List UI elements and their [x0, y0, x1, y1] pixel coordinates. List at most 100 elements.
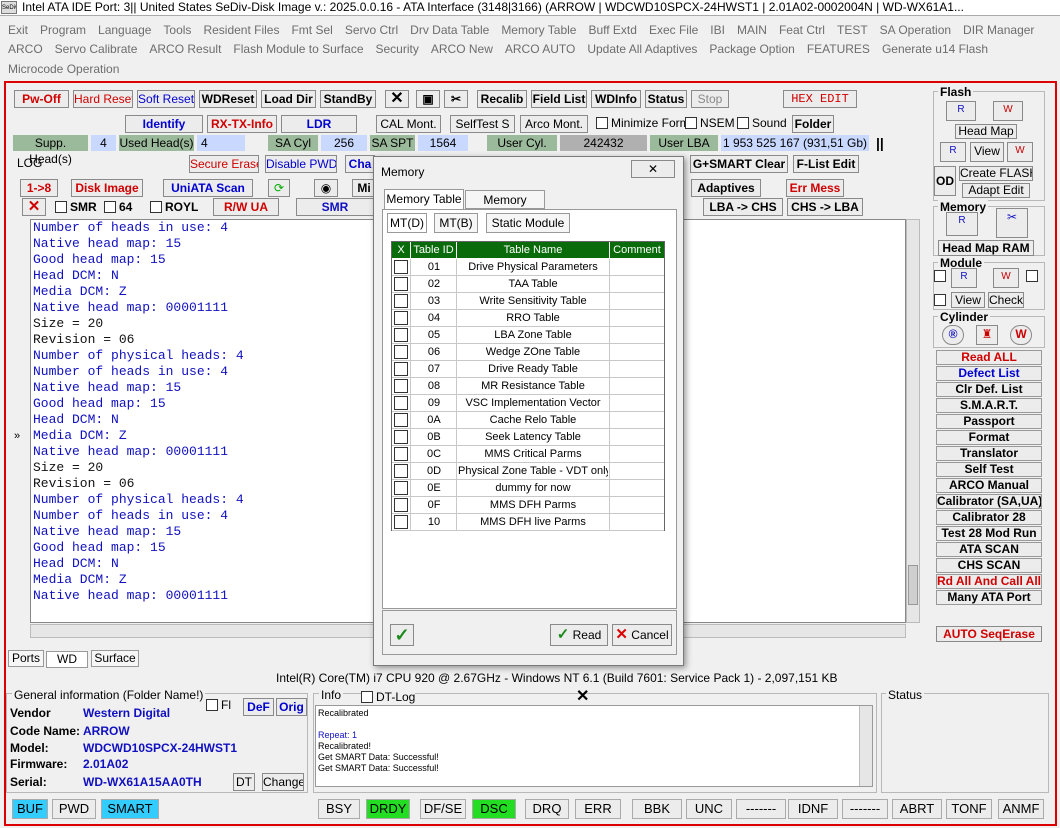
- module-write-icon[interactable]: W: [993, 268, 1019, 288]
- cha-button[interactable]: Cha: [345, 155, 375, 173]
- menu-item[interactable]: SA Operation: [880, 23, 951, 37]
- table-row[interactable]: 0E dummy for now: [392, 480, 664, 497]
- right-button[interactable]: Calibrator 28: [936, 510, 1042, 525]
- menu-item[interactable]: Servo Ctrl: [345, 23, 398, 37]
- field-list-button[interactable]: Field List: [531, 90, 587, 108]
- status-button[interactable]: Status: [645, 90, 687, 108]
- row-checkbox[interactable]: [394, 260, 408, 274]
- gsmart-clear-button[interactable]: G+SMART Clear: [690, 155, 788, 173]
- cylinder-read-icon[interactable]: ®: [942, 325, 964, 345]
- menu-item[interactable]: ARCO AUTO: [505, 42, 575, 56]
- disk-image-button[interactable]: Disk Image: [71, 179, 143, 197]
- save-icon[interactable]: ▣: [416, 90, 440, 108]
- menu-item[interactable]: Program: [40, 23, 86, 37]
- folder-button[interactable]: Folder: [792, 115, 834, 133]
- rw-ua-button[interactable]: R/W UA: [213, 198, 279, 216]
- pause-icon[interactable]: ||: [876, 135, 884, 151]
- table-row[interactable]: 04 RRO Table: [392, 310, 664, 327]
- menu-item[interactable]: FEATURES: [807, 42, 870, 56]
- smr-checkbox[interactable]: SMR: [55, 200, 97, 214]
- table-row[interactable]: 0B Seek Latency Table: [392, 429, 664, 446]
- orig-button[interactable]: Orig: [276, 698, 307, 716]
- one-to-eight-button[interactable]: 1->8: [20, 179, 58, 197]
- menu-item[interactable]: Microcode Operation: [8, 62, 119, 76]
- hard-reset-button[interactable]: Hard Reset: [73, 90, 133, 108]
- table-row[interactable]: 10 MMS DFH live Parms: [392, 514, 664, 531]
- row-checkbox[interactable]: [394, 498, 408, 512]
- royl-checkbox[interactable]: ROYL: [150, 200, 198, 214]
- head-map-button[interactable]: Head Map: [955, 124, 1017, 139]
- nsem-checkbox[interactable]: NSEM: [685, 116, 735, 130]
- tab-static-module[interactable]: Static Module: [486, 213, 570, 233]
- tab-memory-range[interactable]: Memory Range: [465, 190, 545, 225]
- wdinfo-button[interactable]: WDInfo: [591, 90, 641, 108]
- od-button[interactable]: OD: [934, 166, 956, 196]
- rx-tx-info-button[interactable]: RX-TX-Info: [207, 115, 277, 133]
- tab-wd[interactable]: WD: [46, 651, 88, 668]
- selftest-button[interactable]: SelfTest S: [450, 115, 515, 133]
- lba-chs-button[interactable]: LBA -> CHS: [703, 198, 783, 216]
- menu-item[interactable]: Language: [98, 23, 151, 37]
- smr-button[interactable]: SMR: [296, 198, 374, 216]
- load-dir-button[interactable]: Load Dir: [261, 90, 316, 108]
- tab-surface[interactable]: Surface: [91, 650, 139, 667]
- row-checkbox[interactable]: [394, 413, 408, 427]
- wdreset-button[interactable]: WDReset: [199, 90, 257, 108]
- read-button[interactable]: ✓ Read: [550, 624, 608, 646]
- menu-item[interactable]: Fmt Sel: [291, 23, 332, 37]
- log-scrollbar[interactable]: [906, 219, 920, 623]
- module-check-button[interactable]: Check: [988, 292, 1024, 308]
- identify-button[interactable]: Identify: [125, 115, 203, 133]
- menu-item[interactable]: Exit: [8, 23, 28, 37]
- flash-write-icon[interactable]: W: [993, 101, 1023, 121]
- uniata-scan-button[interactable]: UniATA Scan: [163, 179, 253, 197]
- def-button[interactable]: DeF: [243, 698, 274, 716]
- module-checkbox-1[interactable]: [934, 270, 946, 282]
- info-scrollbar[interactable]: [859, 706, 872, 786]
- arco-mont-button[interactable]: Arco Mont.: [520, 115, 588, 133]
- right-button[interactable]: Many ATA Port: [936, 590, 1042, 605]
- menu-item[interactable]: Drv Data Table: [410, 23, 489, 37]
- table-row[interactable]: 08 MR Resistance Table: [392, 378, 664, 395]
- id-read-icon[interactable]: R: [940, 142, 966, 162]
- right-button[interactable]: Self Test: [936, 462, 1042, 477]
- tab-mtb[interactable]: MT(B): [434, 213, 478, 233]
- right-button[interactable]: Translator: [936, 446, 1042, 461]
- err-mess-button[interactable]: Err Mess: [786, 179, 844, 197]
- close-x-icon[interactable]: ✕: [385, 90, 409, 108]
- cylinder-write-icon[interactable]: W: [1010, 325, 1032, 345]
- menu-item[interactable]: Flash Module to Surface: [233, 42, 363, 56]
- menu-item[interactable]: Memory Table: [501, 23, 576, 37]
- menu-item[interactable]: DIR Manager: [963, 23, 1034, 37]
- menu-item[interactable]: Exec File: [649, 23, 698, 37]
- memory-tools-icon[interactable]: ✂: [996, 208, 1028, 238]
- camera-icon[interactable]: ◉: [314, 179, 338, 197]
- adaptives-button[interactable]: Adaptives: [691, 179, 761, 197]
- right-button[interactable]: S.M.A.R.T.: [936, 398, 1042, 413]
- table-row[interactable]: 06 Wedge ZOne Table: [392, 344, 664, 361]
- menu-item[interactable]: Update All Adaptives: [587, 42, 697, 56]
- menu-item[interactable]: Servo Calibrate: [55, 42, 138, 56]
- stop-button[interactable]: Stop: [691, 90, 729, 108]
- table-row[interactable]: 02 TAA Table: [392, 276, 664, 293]
- module-checkbox-3[interactable]: [934, 294, 946, 306]
- row-checkbox[interactable]: [394, 294, 408, 308]
- create-flash-button[interactable]: Create FLASH: [959, 166, 1033, 181]
- right-button[interactable]: Defect List: [936, 366, 1042, 381]
- right-button[interactable]: Passport: [936, 414, 1042, 429]
- hex-edit-button[interactable]: HEX EDIT: [783, 90, 857, 108]
- ldr-button[interactable]: LDR: [281, 115, 357, 133]
- menu-item[interactable]: Tools: [163, 23, 191, 37]
- row-checkbox[interactable]: [394, 447, 408, 461]
- right-button[interactable]: ATA SCAN: [936, 542, 1042, 557]
- menu-item[interactable]: Feat Ctrl: [779, 23, 825, 37]
- menu-item[interactable]: MAIN: [737, 23, 767, 37]
- table-row[interactable]: 0F MMS DFH Parms: [392, 497, 664, 514]
- table-row[interactable]: 0D Physical Zone Table - VDT only: [392, 463, 664, 480]
- right-button[interactable]: Test 28 Mod Run: [936, 526, 1042, 541]
- row-checkbox[interactable]: [394, 481, 408, 495]
- tab-memory-table[interactable]: Memory Table: [384, 189, 464, 209]
- menu-item[interactable]: ARCO: [8, 42, 43, 56]
- row-checkbox[interactable]: [394, 345, 408, 359]
- table-row[interactable]: 0A Cache Relo Table: [392, 412, 664, 429]
